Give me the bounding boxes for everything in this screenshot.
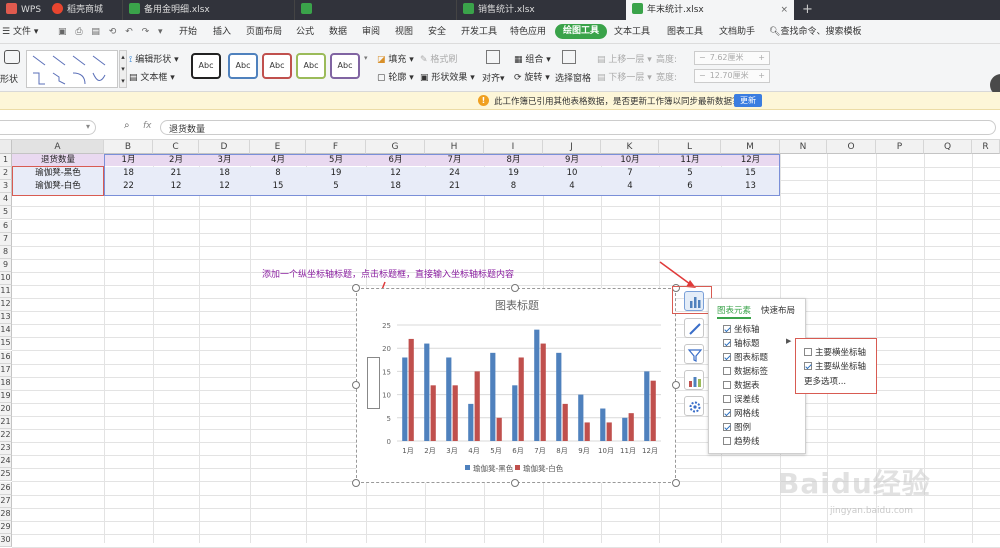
option-chart-title[interactable]: 图表标题 <box>723 351 768 363</box>
y-tick-label: 20 <box>382 345 391 353</box>
chart-style-button[interactable] <box>684 318 704 338</box>
bar-black <box>644 371 650 441</box>
bar-white <box>408 338 414 441</box>
x-tick-label: 1月 <box>402 447 413 455</box>
x-tick-label: 3月 <box>446 447 457 455</box>
checkbox[interactable] <box>804 362 812 370</box>
bar-white <box>650 380 656 441</box>
bar-black <box>556 352 562 441</box>
x-tick-label: 11月 <box>620 447 636 455</box>
bar-white <box>606 422 612 441</box>
bar-white <box>518 357 524 441</box>
y-tick-label: 15 <box>382 368 391 376</box>
bar-white <box>496 417 502 441</box>
checkbox[interactable] <box>723 367 731 375</box>
resize-handle-n[interactable] <box>511 284 519 292</box>
bar-black <box>600 408 606 441</box>
option-data-labels[interactable]: 数据标签 <box>723 365 768 377</box>
bar-white <box>584 422 590 441</box>
y-tick-label: 0 <box>387 438 391 446</box>
bar-white <box>430 385 436 441</box>
bar-black <box>402 357 408 441</box>
option-data-table[interactable]: 数据表 <box>723 379 760 391</box>
y-tick-label: 10 <box>382 392 391 400</box>
x-tick-label: 12月 <box>642 447 658 455</box>
x-tick-label: 10月 <box>598 447 614 455</box>
option-legend[interactable]: 图例 <box>723 421 751 433</box>
bar-black <box>468 403 474 441</box>
option-primary-horizontal-axis[interactable]: 主要横坐标轴 <box>804 346 866 358</box>
resize-handle-se[interactable] <box>672 479 680 487</box>
option-axis-titles[interactable]: 轴标题 <box>723 337 760 349</box>
bar-white <box>540 343 546 441</box>
chart-elements-button[interactable] <box>684 291 704 311</box>
checkbox[interactable] <box>723 409 731 417</box>
x-tick-label: 6月 <box>512 447 523 455</box>
watermark-url: jingyan.baidu.com <box>830 506 914 516</box>
x-tick-label: 5月 <box>490 447 501 455</box>
axis-title-submenu: 主要横坐标轴 主要纵坐标轴 更多选项... <box>795 338 877 394</box>
option-error-bars[interactable]: 误差线 <box>723 393 760 405</box>
legend-entry: 瑜伽凳-黑色 <box>473 463 514 473</box>
bar-black <box>534 329 540 441</box>
option-trendline[interactable]: 趋势线 <box>723 435 760 447</box>
axis-title-box[interactable] <box>367 357 380 409</box>
bar-white <box>628 413 634 441</box>
option-gridlines[interactable]: 网格线 <box>723 407 760 419</box>
chart-filter-button[interactable] <box>684 344 704 364</box>
chart-settings-button[interactable] <box>684 396 704 416</box>
x-tick-label: 9月 <box>578 447 589 455</box>
resize-handle-e[interactable] <box>672 381 680 389</box>
chart-type-icon <box>689 377 701 387</box>
submenu-arrow-icon[interactable]: ▶ <box>786 337 791 345</box>
chart-elements-panel: 图表元素 快速布局 坐标轴 轴标题 图表标题 数据标签 数据表 误差线 网格线 … <box>708 298 806 454</box>
y-tick-label: 25 <box>382 322 391 330</box>
bar-chart: 0 5 10 15 20 25 1月 2月 3月 4月 5月 6月 7月 8月 9月 10月 11月 12月 图表标… <box>369 298 661 473</box>
x-tick-label: 2月 <box>424 447 435 455</box>
resize-handle-sw[interactable] <box>352 479 360 487</box>
option-primary-vertical-axis[interactable]: 主要纵坐标轴 <box>804 360 866 372</box>
legend-swatch <box>465 465 470 470</box>
chart-type-button[interactable] <box>684 370 704 390</box>
x-tick-label: 4月 <box>468 447 479 455</box>
checkbox[interactable] <box>723 381 731 389</box>
checkbox[interactable] <box>804 348 812 356</box>
bar-black <box>446 357 452 441</box>
checkbox[interactable] <box>723 423 731 431</box>
bar-black <box>622 417 628 441</box>
bar-black <box>512 385 518 441</box>
chart-title: 图表标题 <box>495 298 539 312</box>
bar-white <box>474 371 480 441</box>
resize-handle-w[interactable] <box>352 381 360 389</box>
checkbox[interactable] <box>723 395 731 403</box>
bar-black <box>490 352 496 441</box>
more-options-link[interactable]: 更多选项... <box>804 375 846 387</box>
brush-icon <box>689 323 701 335</box>
x-tick-label: 7月 <box>534 447 545 455</box>
checkbox[interactable] <box>723 325 731 333</box>
bar-white <box>452 385 458 441</box>
bar-black <box>424 343 430 441</box>
legend-entry: 瑜伽凳-白色 <box>523 463 564 473</box>
x-tick-label: 8月 <box>556 447 567 455</box>
baidu-watermark: Baidu经验 <box>778 467 931 500</box>
y-tick-label: 5 <box>387 415 391 423</box>
resize-handle-nw[interactable] <box>352 284 360 292</box>
filter-icon <box>687 349 703 362</box>
option-axes[interactable]: 坐标轴 <box>723 323 760 335</box>
bar-chart-icon <box>690 297 701 308</box>
tab-quick-layout[interactable]: 快速布局 <box>761 304 795 316</box>
chart-object[interactable]: 0 5 10 15 20 25 1月 2月 3月 4月 5月 6月 7月 8月 9月 10月 11月 12月 图表标… <box>356 288 676 483</box>
checkbox[interactable] <box>723 437 731 445</box>
bar-white <box>562 403 568 441</box>
checkbox[interactable] <box>723 339 731 347</box>
resize-handle-s[interactable] <box>511 479 519 487</box>
gear-icon <box>689 401 701 413</box>
bar-black <box>578 394 584 441</box>
checkbox[interactable] <box>723 353 731 361</box>
legend-swatch <box>515 465 520 470</box>
tab-chart-elements[interactable]: 图表元素 <box>717 304 752 319</box>
